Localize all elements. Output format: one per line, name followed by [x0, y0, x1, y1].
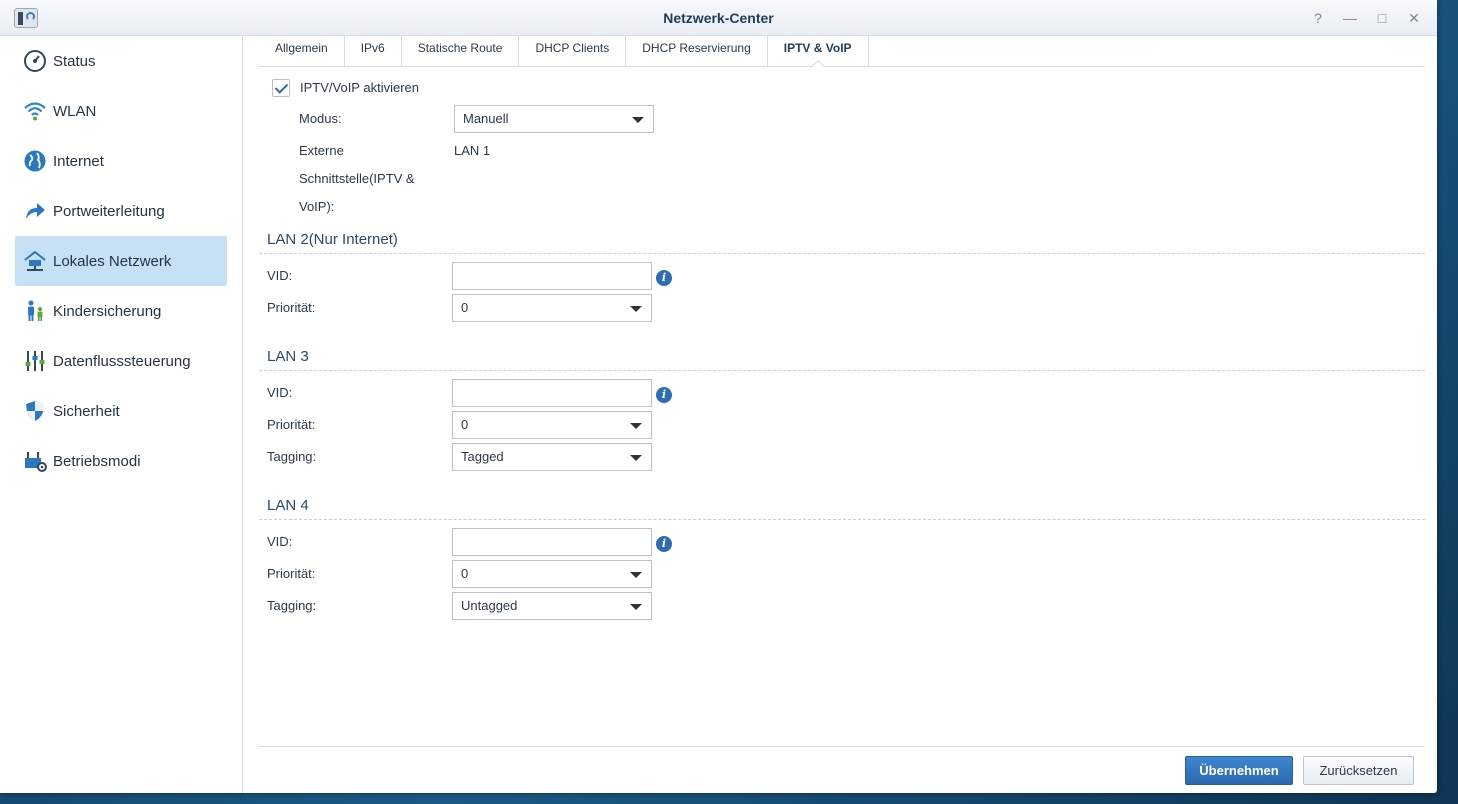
sidebar-item-portweiterleitung[interactable]: Portweiterleitung	[15, 186, 227, 236]
chevron-down-icon	[630, 306, 642, 312]
tab-allgemein[interactable]: Allgemein	[259, 36, 345, 66]
lan4-vid-input[interactable]	[452, 528, 652, 556]
lan2-section-title: LAN 2(Nur Internet)	[267, 231, 398, 248]
sidebar-item-status[interactable]: Status	[15, 36, 227, 86]
iptv-voip-enable-label: IPTV/VoIP aktivieren	[300, 80, 419, 95]
home-network-icon	[23, 249, 47, 273]
globe-icon	[23, 149, 47, 173]
title-bar: Netzwerk-Center ? — □ ✕	[0, 0, 1437, 36]
lan3-tagging-value: Tagged	[461, 449, 504, 464]
sidebar-item-label: Lokales Netzwerk	[53, 252, 172, 270]
lan3-vid-input[interactable]	[452, 379, 652, 407]
lan3-tagging-select[interactable]: Tagged	[452, 443, 652, 471]
lan4-tagging-value: Untagged	[461, 598, 518, 613]
lan2-vid-info-icon[interactable]: i	[656, 270, 672, 286]
minimize-icon[interactable]: —	[1341, 9, 1359, 27]
lan3-priority-value: 0	[461, 417, 469, 432]
chevron-down-icon	[630, 604, 642, 610]
external-interface-label-line1: Externe	[299, 143, 344, 158]
lan4-section-title: LAN 4	[267, 497, 309, 514]
sidebar-item-label: Sicherheit	[53, 402, 120, 420]
chevron-down-icon	[632, 117, 644, 123]
parent-child-icon	[23, 299, 47, 323]
lan2-priority-value: 0	[461, 300, 469, 315]
mode-select[interactable]: Manuell	[454, 105, 654, 133]
sidebar-item-wlan[interactable]: WLAN	[15, 86, 227, 136]
external-interface-label-line3: VoIP):	[299, 199, 335, 214]
sidebar-item-label: WLAN	[53, 102, 97, 120]
sidebar-item-internet[interactable]: Internet	[15, 136, 227, 186]
mode-label: Modus:	[299, 111, 342, 126]
sidebar-item-label: Status	[53, 52, 96, 70]
window-controls: ? — □ ✕	[1309, 9, 1423, 27]
router-gear-icon	[23, 449, 47, 473]
sidebar-item-label: Kindersicherung	[53, 302, 162, 320]
lan3-priority-label: Priorität:	[267, 417, 316, 432]
tab-iptv-voip[interactable]: IPTV & VoIP	[768, 36, 869, 67]
tab-statische-route[interactable]: Statische Route	[402, 36, 520, 66]
lan4-divider	[259, 519, 1425, 520]
external-interface-value: LAN 1	[454, 143, 491, 158]
window-title: Netzwerk-Center	[663, 10, 774, 26]
forward-arrow-icon	[23, 199, 47, 223]
wifi-icon	[23, 99, 47, 123]
sidebar: Status WLAN Internet Portweiterleitung L…	[0, 36, 243, 793]
footer-divider	[259, 746, 1425, 747]
lan4-tagging-label: Tagging:	[267, 598, 317, 613]
netzwerk-center-window: Netzwerk-Center ? — □ ✕ Status WLAN Inte…	[0, 0, 1437, 793]
mode-select-value: Manuell	[463, 111, 509, 126]
sliders-icon	[23, 349, 47, 373]
lan3-section-title: LAN 3	[267, 348, 309, 365]
chevron-down-icon	[630, 455, 642, 461]
close-icon[interactable]: ✕	[1405, 9, 1423, 27]
lan4-priority-label: Priorität:	[267, 566, 316, 581]
tab-bar: Allgemein IPv6 Statische Route DHCP Clie…	[259, 36, 1425, 67]
sidebar-item-kindersicherung[interactable]: Kindersicherung	[15, 286, 227, 336]
lan4-vid-info-icon[interactable]: i	[656, 536, 672, 552]
iptv-voip-enable-checkbox[interactable]	[272, 79, 290, 97]
lan2-vid-label: VID:	[267, 268, 293, 283]
lan4-priority-value: 0	[461, 566, 469, 581]
sidebar-item-label: Internet	[53, 152, 104, 170]
apply-button[interactable]: Übernehmen	[1185, 756, 1293, 785]
sidebar-item-betriebsmodi[interactable]: Betriebsmodi	[15, 436, 227, 486]
tab-ipv6[interactable]: IPv6	[345, 36, 402, 66]
lan2-priority-label: Priorität:	[267, 300, 316, 315]
sidebar-item-datenflusssteuerung[interactable]: Datenflusssteuerung	[15, 336, 227, 386]
lan3-vid-label: VID:	[267, 385, 293, 400]
sidebar-item-label: Betriebsmodi	[53, 452, 141, 470]
lan2-priority-select[interactable]: 0	[452, 294, 652, 322]
lan2-vid-input[interactable]	[452, 262, 652, 290]
lan2-divider	[259, 253, 1425, 254]
external-interface-label-line2: Schnittstelle(IPTV &	[299, 171, 415, 186]
lan3-divider	[259, 370, 1425, 371]
lan3-vid-info-icon[interactable]: i	[656, 387, 672, 403]
help-icon[interactable]: ?	[1309, 9, 1327, 27]
speedometer-icon	[23, 49, 47, 73]
sidebar-item-label: Portweiterleitung	[53, 202, 165, 220]
shield-icon	[23, 399, 47, 423]
lan3-priority-select[interactable]: 0	[452, 411, 652, 439]
lan4-tagging-select[interactable]: Untagged	[452, 592, 652, 620]
lan4-vid-label: VID:	[267, 534, 293, 549]
tab-dhcp-reservierung[interactable]: DHCP Reservierung	[626, 36, 768, 66]
tab-dhcp-clients[interactable]: DHCP Clients	[519, 36, 627, 66]
reset-button[interactable]: Zurücksetzen	[1303, 756, 1414, 785]
chevron-down-icon	[630, 423, 642, 429]
lan4-priority-select[interactable]: 0	[452, 560, 652, 588]
sidebar-item-label: Datenflusssteuerung	[53, 352, 191, 370]
sidebar-item-lokales-netzwerk[interactable]: Lokales Netzwerk	[15, 236, 227, 286]
chevron-down-icon	[630, 572, 642, 578]
lan3-tagging-label: Tagging:	[267, 449, 317, 464]
sidebar-item-sicherheit[interactable]: Sicherheit	[15, 386, 227, 436]
maximize-icon[interactable]: □	[1373, 9, 1391, 27]
